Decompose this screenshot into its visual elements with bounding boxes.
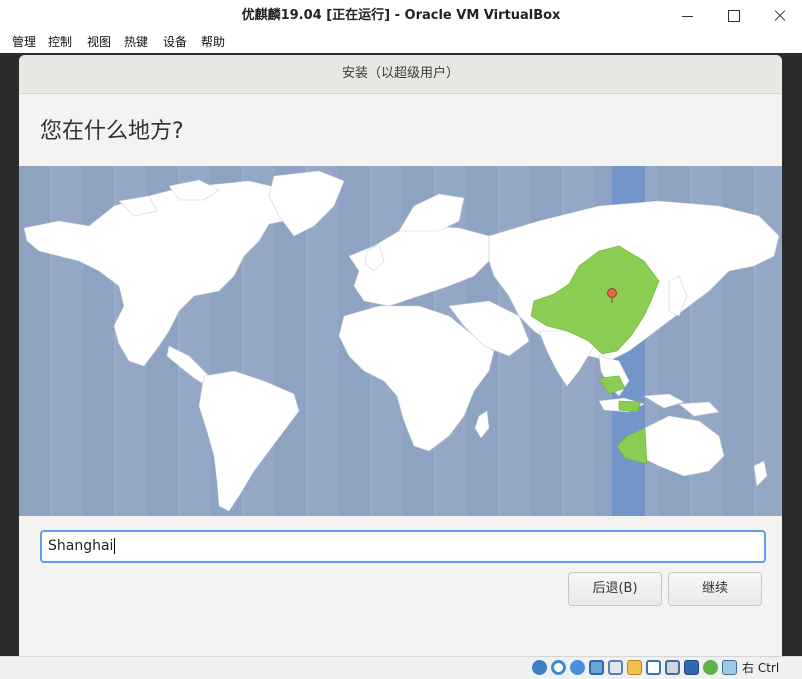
optical-drive-icon[interactable] <box>551 660 566 675</box>
menu-view[interactable]: 视图 <box>85 32 113 53</box>
page-title: 您在什么地方? <box>40 119 184 144</box>
shared-folders-icon[interactable] <box>627 660 642 675</box>
timezone-input-value: Shanghai <box>48 538 114 554</box>
world-map <box>19 166 782 516</box>
display-icon[interactable] <box>646 660 661 675</box>
usb-icon[interactable] <box>608 660 623 675</box>
text-caret <box>114 538 116 554</box>
dialog-header: 安装（以超级用户） <box>19 55 782 94</box>
host-key-label: 右 Ctrl <box>742 661 780 675</box>
continue-button[interactable]: 继续 <box>668 572 762 606</box>
vm-menubar: 管理 控制 视图 热键 设备 帮助 <box>0 32 802 53</box>
timezone-map[interactable] <box>19 166 782 516</box>
menu-control[interactable]: 控制 <box>46 32 74 53</box>
hard-disk-icon[interactable] <box>532 660 547 675</box>
window-titlebar[interactable]: 优麒麟19.04 [正在运行] - Oracle VM VirtualBox <box>0 0 802 33</box>
menu-devices[interactable]: 设备 <box>161 32 189 53</box>
minimize-button[interactable] <box>664 0 710 32</box>
close-button[interactable] <box>756 0 802 32</box>
video-capture-icon[interactable] <box>665 660 680 675</box>
menu-help[interactable]: 帮助 <box>199 32 227 53</box>
vm-display[interactable]: 安装（以超级用户） 您在什么地方? Shanghai 后退(B) 继续 <box>0 53 802 656</box>
maximize-button[interactable] <box>710 0 756 32</box>
minimize-icon <box>682 16 693 17</box>
audio-icon[interactable] <box>570 660 585 675</box>
network-icon[interactable] <box>589 660 604 675</box>
installer-dialog: 安装（以超级用户） 您在什么地方? Shanghai 后退(B) 继续 <box>19 55 782 656</box>
timezone-input[interactable]: Shanghai <box>40 530 766 563</box>
menu-manage[interactable]: 管理 <box>10 32 38 53</box>
keyboard-capture-icon[interactable] <box>722 660 737 675</box>
mouse-integration-icon[interactable] <box>703 660 718 675</box>
maximize-icon <box>728 10 740 22</box>
back-button[interactable]: 后退(B) <box>568 572 662 606</box>
vm-statusbar: 右 Ctrl <box>0 656 802 679</box>
virtualization-icon[interactable] <box>684 660 699 675</box>
menu-hotkeys[interactable]: 热键 <box>122 32 150 53</box>
